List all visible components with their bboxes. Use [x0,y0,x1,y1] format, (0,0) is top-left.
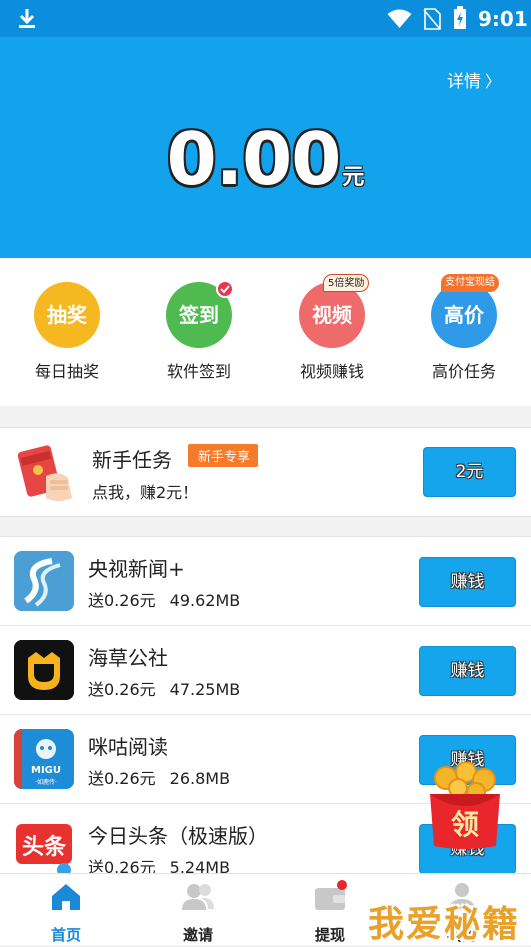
download-icon [19,9,35,28]
quick-lottery-label: 每日抽奖 [34,362,99,381]
balance-unit: 元 [342,165,365,190]
list-item[interactable]: 海草公社 送0.26元 47.25MB 赚钱 [0,626,531,715]
quick-lottery[interactable]: 抽奖 每日抽奖 [12,282,122,382]
status-bar: 9:01 [0,0,531,37]
floating-red-envelope[interactable]: 领 [424,761,506,850]
lottery-icon: 抽奖 [34,282,100,348]
list-item[interactable]: 央视新闻+ 送0.26元 49.62MB 赚钱 [0,537,531,626]
balance-display: 0.00元 [0,117,531,201]
nav-home-label: 首页 [50,926,81,944]
wifi-icon [387,9,412,28]
app-name: 央视新闻+ [88,557,185,581]
app-name: 海草公社 [88,646,168,670]
migu-icon-sub: ·如鹿传· [35,778,57,786]
video-bonus-badge: 5倍奖励 [323,274,370,292]
balance-header: 详情〉 0.00元 [0,37,531,258]
home-icon [52,884,80,910]
app-reward: 送0.26元 [88,591,156,610]
balance-amount: 0.00 [166,117,342,201]
app-reward: 送0.26元 [88,769,156,788]
cctv-news-icon [14,551,74,611]
no-sim-icon [423,8,441,30]
quick-actions: 抽奖 每日抽奖 签到 软件签到 视频 5倍奖励 视频赚钱 高价 支付宝现结 高价… [0,258,531,406]
newbie-reward-button[interactable]: 2元 [423,447,516,497]
quick-highpay[interactable]: 高价 支付宝现结 高价任务 [409,274,519,382]
earn-button[interactable]: 赚钱 [419,646,516,696]
nav-home[interactable]: 首页 [0,880,132,945]
app-size: 5.24MB [169,858,231,873]
app-reward: 送0.26元 [88,858,156,873]
migu-icon: MIGU ·如鹿传· [14,729,74,789]
app-name: 今日头条（极速版） [88,824,268,848]
nav-invite-label: 邀请 [182,926,213,944]
invite-icon [182,884,214,910]
battery-charging-icon [454,6,466,29]
red-envelope-icon: 领 [430,761,500,849]
nav-invite[interactable]: 邀请 [132,880,264,945]
earn-button[interactable]: 赚钱 [419,557,516,607]
highpay-icon: 高价 支付宝现结 [431,274,499,348]
migu-icon-text: MIGU [31,765,61,776]
quick-checkin[interactable]: 签到 软件签到 [144,280,254,382]
chevron-right-icon: 〉 [484,72,501,91]
app-meta: 送0.26元 47.25MB [88,676,240,700]
red-envelope-hand-icon [17,445,72,501]
alipay-badge: 支付宝现结 [441,274,499,292]
status-time: 9:01 [478,7,528,31]
app-reward: 送0.26元 [88,680,156,699]
wallet-icon [315,880,347,910]
quick-video-label: 视频赚钱 [299,362,364,381]
check-badge-icon [216,280,234,298]
app-size: 49.62MB [169,591,241,610]
quick-video[interactable]: 视频 5倍奖励 视频赚钱 [277,274,387,382]
watermark: 我爱秘籍 [368,904,521,945]
toutiao-icon-text: 头条 [22,834,67,860]
quick-highpay-label: 高价任务 [431,362,496,381]
toutiao-icon: 头条 [14,818,74,873]
detail-label: 详情 [446,72,481,92]
app-meta: 送0.26元 5.24MB [88,854,230,873]
newbie-subtitle: 点我，赚2元！ [92,483,199,502]
detail-link[interactable]: 详情〉 [447,67,501,92]
app-size: 47.25MB [169,680,241,699]
app-meta: 送0.26元 49.62MB [88,587,240,611]
app-size: 26.8MB [169,769,231,788]
app-name: 咪咕阅读 [88,735,168,759]
newbie-tag: 新手专享 [188,444,259,467]
haicao-icon [14,640,74,700]
newbie-task-card[interactable]: 新手任务 新手专享 点我，赚2元！ 2元 [0,427,531,517]
app-meta: 送0.26元 26.8MB [88,765,230,789]
video-icon: 视频 5倍奖励 [299,274,370,348]
envelope-label: 领 [451,808,479,841]
checkin-icon: 签到 [166,280,234,348]
newbie-title: 新手任务 [92,448,172,472]
quick-checkin-label: 软件签到 [166,362,231,381]
